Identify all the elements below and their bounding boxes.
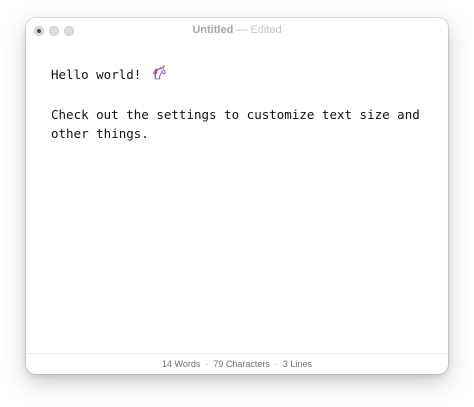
document-name: Untitled (192, 24, 234, 36)
status-separator: · (274, 359, 278, 369)
status-bar: 14 Words · 79 Characters · 3 Lines (26, 353, 448, 374)
text-editor-area[interactable]: Hello world! Check out the settings to c… (51, 64, 428, 143)
character-count: 79 Characters (213, 359, 270, 369)
editor-line-3[interactable]: Check out the settings to customize text… (51, 105, 428, 124)
title-bar[interactable]: Untitled — Edited (26, 18, 448, 44)
line-count: 3 Lines (282, 359, 312, 369)
editor-line-4[interactable]: other things. (51, 124, 428, 143)
editor-line-1[interactable]: Hello world! (51, 64, 428, 86)
edited-status: Edited (250, 24, 282, 36)
word-count: 14 Words (162, 359, 201, 369)
status-separator: · (205, 359, 209, 369)
title-separator: — (236, 24, 248, 36)
unicorn-icon (151, 64, 168, 86)
editor-line-2[interactable] (51, 86, 428, 105)
text-editor-window: Untitled — Edited Hello world! Check out… (26, 18, 448, 374)
editor-line-1-text: Hello world! (51, 67, 149, 82)
window-title: Untitled — Edited (26, 24, 448, 36)
desktop-background: Untitled — Edited Hello world! Check out… (0, 0, 474, 407)
